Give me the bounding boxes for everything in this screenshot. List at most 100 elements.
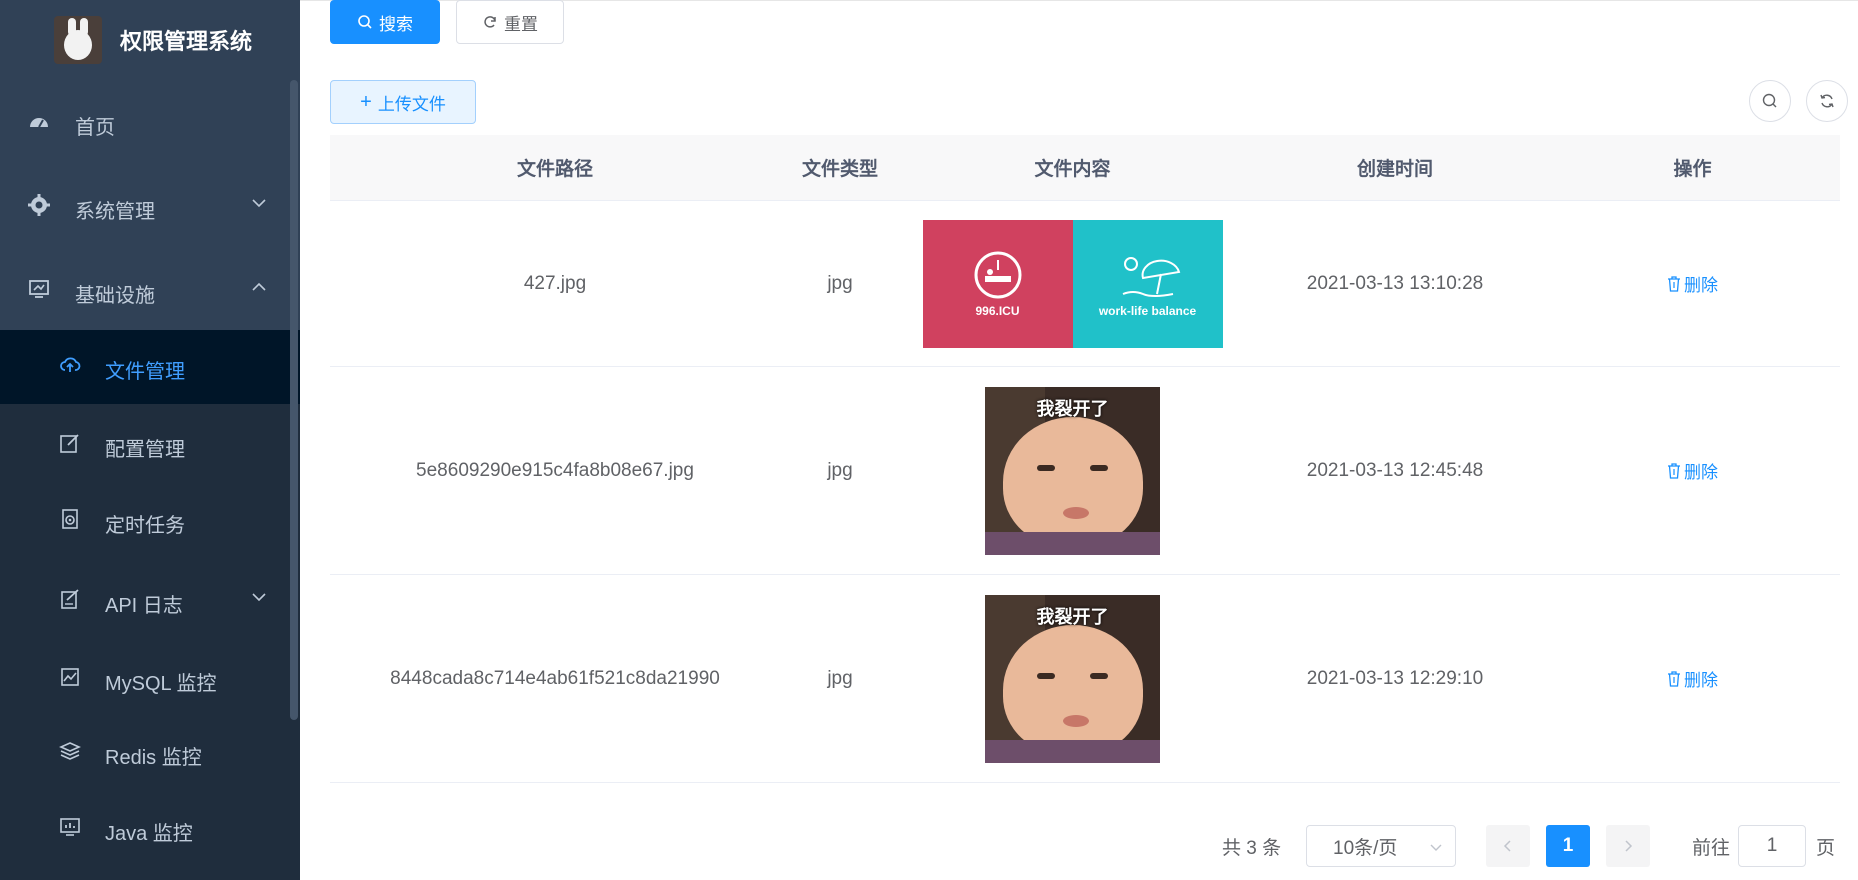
goto-label: 前往: [1692, 837, 1731, 859]
sidebar-item-home[interactable]: 首页: [0, 90, 300, 156]
delete-label: 删除: [1684, 276, 1718, 295]
column-header: 文件内容: [1034, 159, 1111, 180]
sidebar-item-redis-monitor[interactable]: Redis 监控: [0, 720, 300, 786]
delete-button[interactable]: 删除: [1667, 666, 1718, 691]
sidebar-scrollbar[interactable]: [290, 80, 298, 720]
delete-button[interactable]: 删除: [1667, 271, 1718, 296]
chevron-right-icon: [1625, 840, 1633, 852]
created-time: 2021-03-13 12:45:48: [1306, 459, 1484, 481]
file-content: 996.ICU work-life balance: [900, 201, 1245, 366]
prev-page-button[interactable]: [1486, 825, 1530, 867]
sidebar-item-label: 配置管理: [105, 439, 185, 461]
table-row: 8448cada8c714e4ab61f521c8da21990 jpg 我裂开…: [330, 575, 1840, 783]
chevron-up-icon: [252, 282, 266, 291]
action-cell: 删除: [1545, 201, 1840, 366]
sidebar-item-label: 文件管理: [105, 361, 185, 383]
delete-button[interactable]: 删除: [1667, 458, 1718, 483]
sidebar-item-infrastructure[interactable]: 基础设施: [0, 258, 300, 324]
chart-icon: [59, 666, 81, 688]
hospital-bed-icon: [974, 251, 1021, 298]
page-number-button[interactable]: 1: [1546, 825, 1590, 867]
timer-icon: [59, 508, 81, 530]
preview-right-caption: work-life balance: [1098, 303, 1197, 318]
column-header: 操作: [1673, 159, 1712, 180]
search-icon: [358, 15, 372, 29]
search-button[interactable]: 搜索: [330, 0, 440, 44]
refresh-icon: [484, 16, 496, 28]
sidebar-item-api-log[interactable]: API 日志: [0, 568, 300, 634]
file-preview-image[interactable]: 996.ICU work-life balance: [922, 219, 1223, 348]
sidebar-item-mysql-monitor[interactable]: MySQL 监控: [0, 646, 300, 712]
chevron-down-icon: [252, 593, 266, 602]
column-header: 文件类型: [801, 159, 878, 180]
toggle-search-button[interactable]: [1749, 80, 1791, 122]
file-content: 我裂开了: [900, 367, 1245, 574]
sidebar-item-scheduled-tasks[interactable]: 定时任务: [0, 488, 300, 554]
column-header: 创建时间: [1356, 159, 1433, 180]
file-type: jpg: [827, 459, 853, 481]
plus-icon: +: [360, 91, 372, 113]
sidebar-item-file-management[interactable]: 文件管理: [0, 330, 300, 404]
search-button-label: 搜索: [379, 14, 413, 34]
refresh-table-button[interactable]: [1806, 80, 1848, 122]
action-cell: 删除: [1545, 367, 1840, 574]
upload-file-button[interactable]: + 上传文件: [330, 80, 476, 124]
created-time: 2021-03-13 12:29:10: [1306, 667, 1484, 689]
goto-page-input[interactable]: 1: [1738, 825, 1806, 867]
preview-right-panel: work-life balance: [1072, 219, 1223, 348]
main-content: 搜索 重置 + 上传文件 文件路径 文件类型 文件内容 创建时间 操作 427.…: [300, 0, 1858, 880]
delete-label: 删除: [1684, 463, 1718, 482]
app-root: 权限管理系统 首页 系统管理 基础设施 文件管理 配置管理 定时任务 API 日…: [0, 0, 1858, 880]
file-type: jpg: [827, 272, 853, 294]
upload-button-label: 上传文件: [377, 94, 446, 114]
chevron-down-icon: [252, 199, 266, 208]
sidebar-item-label: 首页: [75, 117, 115, 139]
monitor-icon: [28, 278, 50, 300]
sidebar-item-label: 基础设施: [75, 285, 155, 307]
sidebar-item-java-monitor[interactable]: Java 监控: [0, 796, 300, 862]
trash-icon: [1668, 670, 1680, 687]
dashboard-icon: [28, 112, 50, 134]
preview-caption: 我裂开了: [1036, 606, 1109, 627]
file-path: 5e8609290e915c4fa8b08e67.jpg: [416, 459, 694, 481]
preview-caption: 我裂开了: [1036, 398, 1109, 419]
sidebar-item-label: Java 监控: [105, 823, 193, 845]
log-icon: [59, 588, 81, 610]
action-cell: 删除: [1545, 575, 1840, 782]
trash-icon: [1668, 462, 1680, 479]
sidebar-item-label: Redis 监控: [105, 747, 202, 769]
sidebar-item-config[interactable]: 配置管理: [0, 412, 300, 478]
gear-icon: [28, 194, 50, 216]
page-suffix: 页: [1816, 837, 1836, 859]
sidebar-item-label: 系统管理: [75, 201, 155, 223]
page-size-value: 10条/页: [1333, 837, 1398, 859]
logo[interactable]: 权限管理系统: [0, 0, 300, 80]
file-preview-image[interactable]: 我裂开了: [985, 386, 1160, 555]
sidebar-item-label: MySQL 监控: [105, 673, 217, 695]
preview-left-panel: 996.ICU: [922, 219, 1073, 348]
pagination-total: 共 3 条: [1222, 837, 1282, 859]
chevron-left-icon: [1503, 840, 1511, 852]
table-row: 5e8609290e915c4fa8b08e67.jpg jpg 我裂开了 20…: [330, 367, 1840, 575]
chevron-down-icon: [1430, 844, 1442, 851]
table-row: 427.jpg jpg 996.ICU work-life balance 20…: [330, 201, 1840, 367]
layers-icon: [59, 740, 81, 762]
reset-button[interactable]: 重置: [456, 0, 564, 44]
app-title: 权限管理系统: [120, 29, 253, 54]
sidebar-item-label: API 日志: [105, 595, 183, 617]
file-path: 8448cada8c714e4ab61f521c8da21990: [390, 667, 720, 689]
created-time: 2021-03-13 13:10:28: [1306, 272, 1484, 294]
cloud-upload-icon: [59, 354, 81, 376]
preview-left-caption: 996.ICU: [975, 303, 1020, 318]
file-preview-image[interactable]: 我裂开了: [985, 594, 1160, 763]
sidebar-item-system[interactable]: 系统管理: [0, 174, 300, 240]
next-page-button[interactable]: [1606, 825, 1650, 867]
column-header: 文件路径: [516, 159, 593, 180]
file-content: 我裂开了: [900, 575, 1245, 782]
sidebar: 权限管理系统 首页 系统管理 基础设施 文件管理 配置管理 定时任务 API 日…: [0, 0, 300, 880]
reset-button-label: 重置: [504, 14, 538, 34]
edit-icon: [59, 432, 81, 454]
file-type: jpg: [827, 667, 853, 689]
search-icon: [1762, 93, 1777, 108]
page-size-select[interactable]: 10条/页: [1306, 825, 1456, 867]
